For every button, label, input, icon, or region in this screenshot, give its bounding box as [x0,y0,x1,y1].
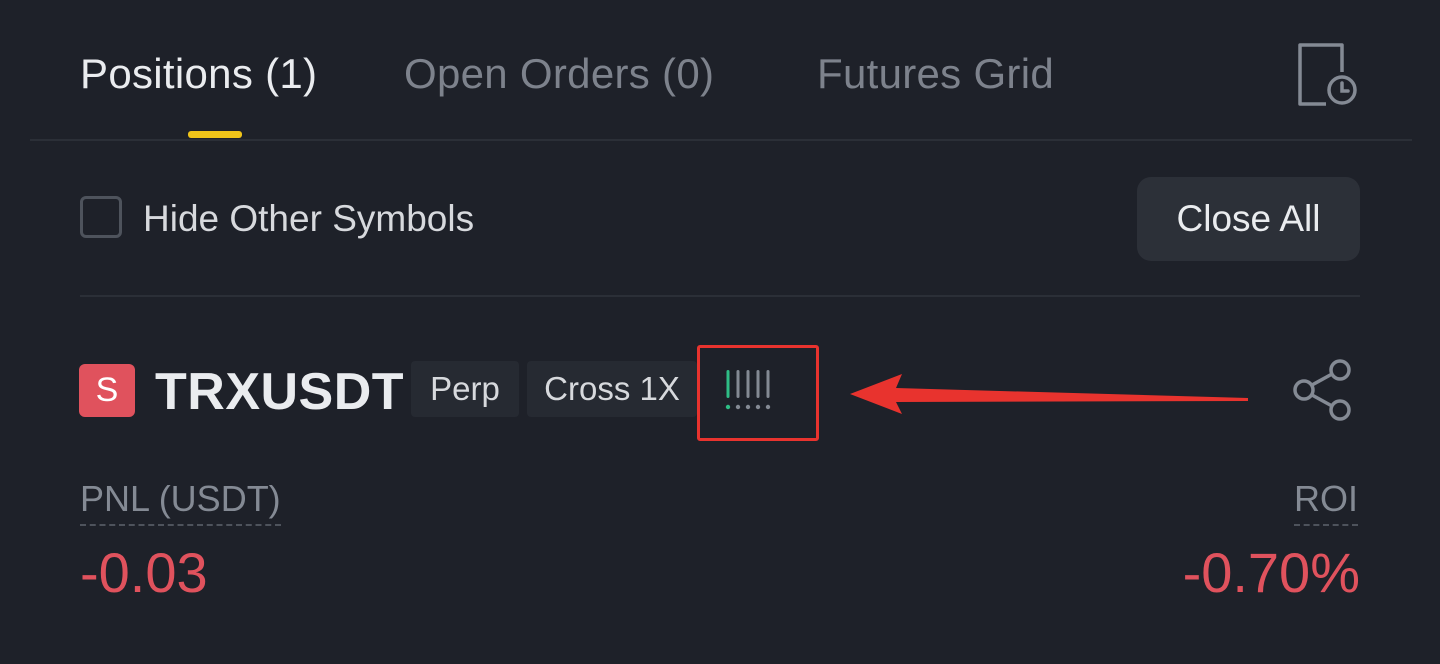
hide-other-symbols-checkbox[interactable] [80,196,122,238]
roi-label[interactable]: ROI [1293,478,1358,526]
short-side-badge: S [79,364,135,417]
roi-value: -0.70% [1182,541,1360,604]
positions-panel: Positions (1) Open Orders (0) Futures Gr… [0,0,1440,664]
annotation-arrow [850,374,1248,414]
margin-leverage-tag[interactable]: Cross 1X [527,361,697,417]
share-icon[interactable] [1290,358,1356,422]
close-all-button[interactable]: Close All [1137,177,1360,261]
tab-futures-grid[interactable]: Futures Grid [817,50,1054,98]
tab-positions[interactable]: Positions (1) [80,50,317,98]
tabs-divider [30,139,1412,141]
pnl-label[interactable]: PNL (USDT) [80,478,281,526]
active-tab-indicator [188,131,242,138]
position-symbol[interactable]: TRXUSDT [155,362,404,422]
tab-open-orders[interactable]: Open Orders (0) [404,50,714,98]
hide-other-symbols-label[interactable]: Hide Other Symbols [143,198,474,240]
pnl-value: -0.03 [80,541,208,604]
filter-divider [80,295,1360,297]
annotation-highlight-box [697,345,819,441]
contract-type-tag: Perp [411,361,519,417]
history-icon[interactable] [1296,42,1358,108]
